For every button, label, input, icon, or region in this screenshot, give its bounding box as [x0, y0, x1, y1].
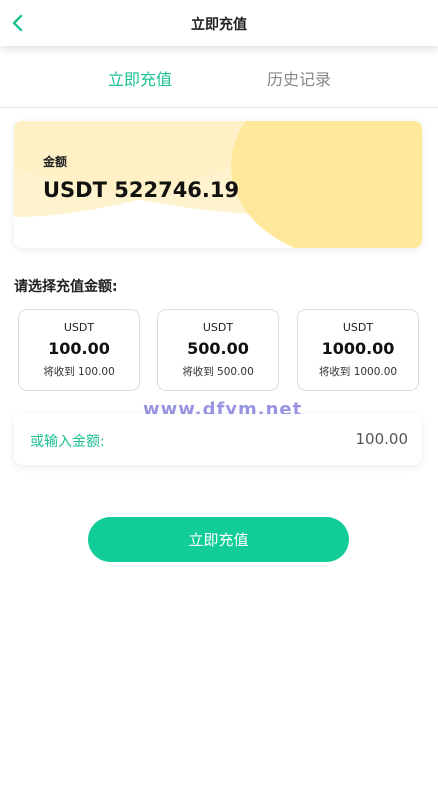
- balance-card: 金额 USDT 522746.19: [14, 121, 422, 248]
- tab-history[interactable]: 历史记录: [267, 66, 331, 90]
- option-receive: 将收到 100.00: [43, 366, 115, 378]
- option-currency: USDT: [63, 321, 95, 334]
- option-amount: 100.00: [48, 339, 110, 358]
- option-amount: 500.00: [187, 339, 249, 358]
- custom-amount-card: 或输入金额:: [14, 414, 422, 465]
- top-navbar: 立即充值: [0, 0, 438, 46]
- page-title: 立即充值: [191, 17, 247, 33]
- balance-label: 金额: [43, 155, 68, 169]
- amount-options-label: 请选择充值金额:: [14, 279, 118, 295]
- option-currency: USDT: [342, 321, 374, 334]
- option-receive: 将收到 500.00: [182, 366, 254, 378]
- option-receive: 将收到 1000.00: [318, 366, 398, 378]
- tab-recharge[interactable]: 立即充值: [108, 66, 172, 90]
- tab-bar: 立即充值 历史记录: [0, 46, 438, 108]
- option-amount: 1000.00: [321, 339, 395, 358]
- recharge-submit-button[interactable]: 立即充值: [88, 517, 349, 562]
- option-currency: USDT: [202, 321, 234, 334]
- amount-option-1000[interactable]: USDT 1000.00 将收到 1000.00: [297, 309, 419, 391]
- custom-amount-label: 或输入金额:: [30, 434, 105, 450]
- amount-option-100[interactable]: USDT 100.00 将收到 100.00: [18, 309, 140, 391]
- balance-value: USDT 522746.19: [43, 178, 240, 202]
- custom-amount-input[interactable]: [208, 426, 408, 452]
- amount-option-500[interactable]: USDT 500.00 将收到 500.00: [157, 309, 279, 391]
